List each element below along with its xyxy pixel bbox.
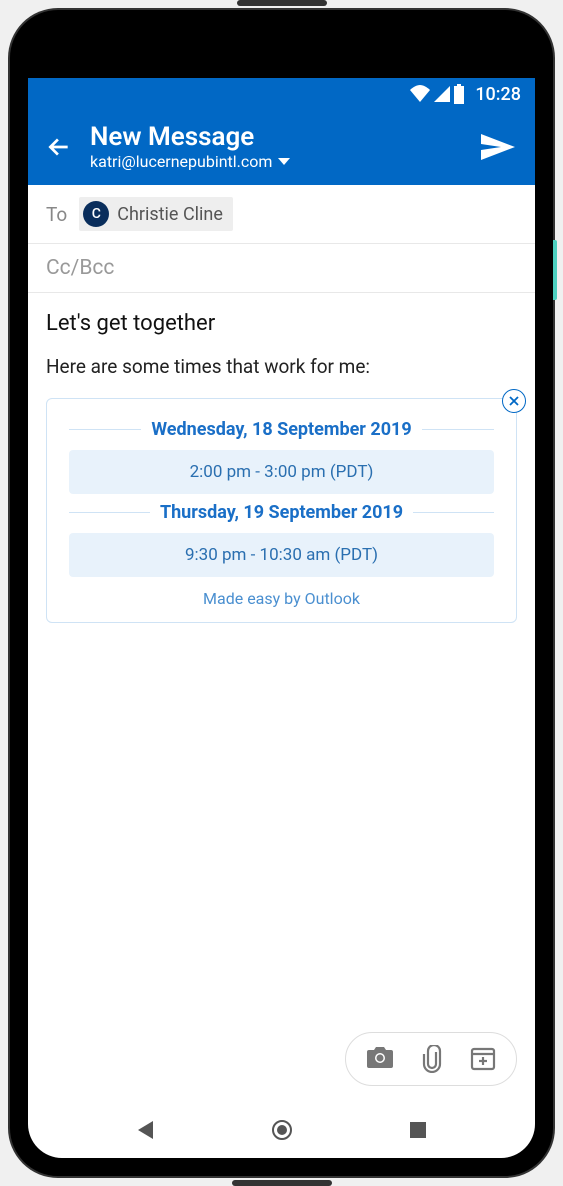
android-nav-bar xyxy=(28,1102,535,1158)
date-label: Wednesday, 18 September 2019 xyxy=(151,419,411,440)
ccbcc-row[interactable]: Cc/Bcc xyxy=(28,244,535,293)
ccbcc-label: Cc/Bcc xyxy=(46,256,114,280)
subject-input[interactable]: Let's get together xyxy=(28,293,535,355)
recipient-chip[interactable]: C Christie Cline xyxy=(79,197,233,231)
speaker-bottom xyxy=(232,1180,332,1186)
availability-card: Wednesday, 18 September 2019 2:00 pm - 3… xyxy=(46,398,517,623)
to-label: To xyxy=(46,203,67,226)
page-title: New Message xyxy=(90,122,461,152)
attachment-icon[interactable] xyxy=(422,1045,442,1073)
power-button xyxy=(553,240,557,300)
card-footer: Made easy by Outlook xyxy=(69,589,494,608)
camera-icon[interactable] xyxy=(366,1045,394,1069)
back-icon[interactable] xyxy=(46,134,72,160)
phone-frame: 10:28 New Message katri@lucernepubintl.c… xyxy=(10,10,553,1176)
time-slot[interactable]: 2:00 pm - 3:00 pm (PDT) xyxy=(69,450,494,494)
date-header: Thursday, 19 September 2019 xyxy=(69,502,494,523)
from-email: katri@lucernepubintl.com xyxy=(90,152,272,171)
app-header: New Message katri@lucernepubintl.com xyxy=(28,110,535,185)
status-bar: 10:28 xyxy=(28,78,535,110)
body-area[interactable]: Here are some times that work for me: We… xyxy=(28,355,535,1102)
compose-area: To C Christie Cline Cc/Bcc Let's get tog… xyxy=(28,185,535,1102)
from-account-selector[interactable]: katri@lucernepubintl.com xyxy=(90,152,461,171)
status-time: 10:28 xyxy=(475,84,521,105)
recipient-name: Christie Cline xyxy=(117,204,223,225)
calendar-add-icon[interactable] xyxy=(470,1045,496,1071)
body-intro: Here are some times that work for me: xyxy=(46,355,517,378)
battery-icon xyxy=(453,84,465,104)
nav-back-icon[interactable] xyxy=(135,1119,157,1141)
speaker-top xyxy=(237,0,327,6)
send-button[interactable] xyxy=(479,132,517,162)
date-label: Thursday, 19 September 2019 xyxy=(160,502,403,523)
compose-toolbar xyxy=(345,1032,517,1086)
date-header: Wednesday, 18 September 2019 xyxy=(69,419,494,440)
subject-text: Let's get together xyxy=(46,311,215,336)
avatar: C xyxy=(83,201,109,227)
nav-home-icon[interactable] xyxy=(271,1119,293,1141)
chevron-down-icon xyxy=(278,158,290,166)
time-slot[interactable]: 9:30 pm - 10:30 am (PDT) xyxy=(69,533,494,577)
signal-icon xyxy=(433,85,451,103)
nav-recent-icon[interactable] xyxy=(408,1120,428,1140)
to-row[interactable]: To C Christie Cline xyxy=(28,185,535,244)
close-icon[interactable] xyxy=(502,389,526,413)
wifi-icon xyxy=(409,85,431,103)
